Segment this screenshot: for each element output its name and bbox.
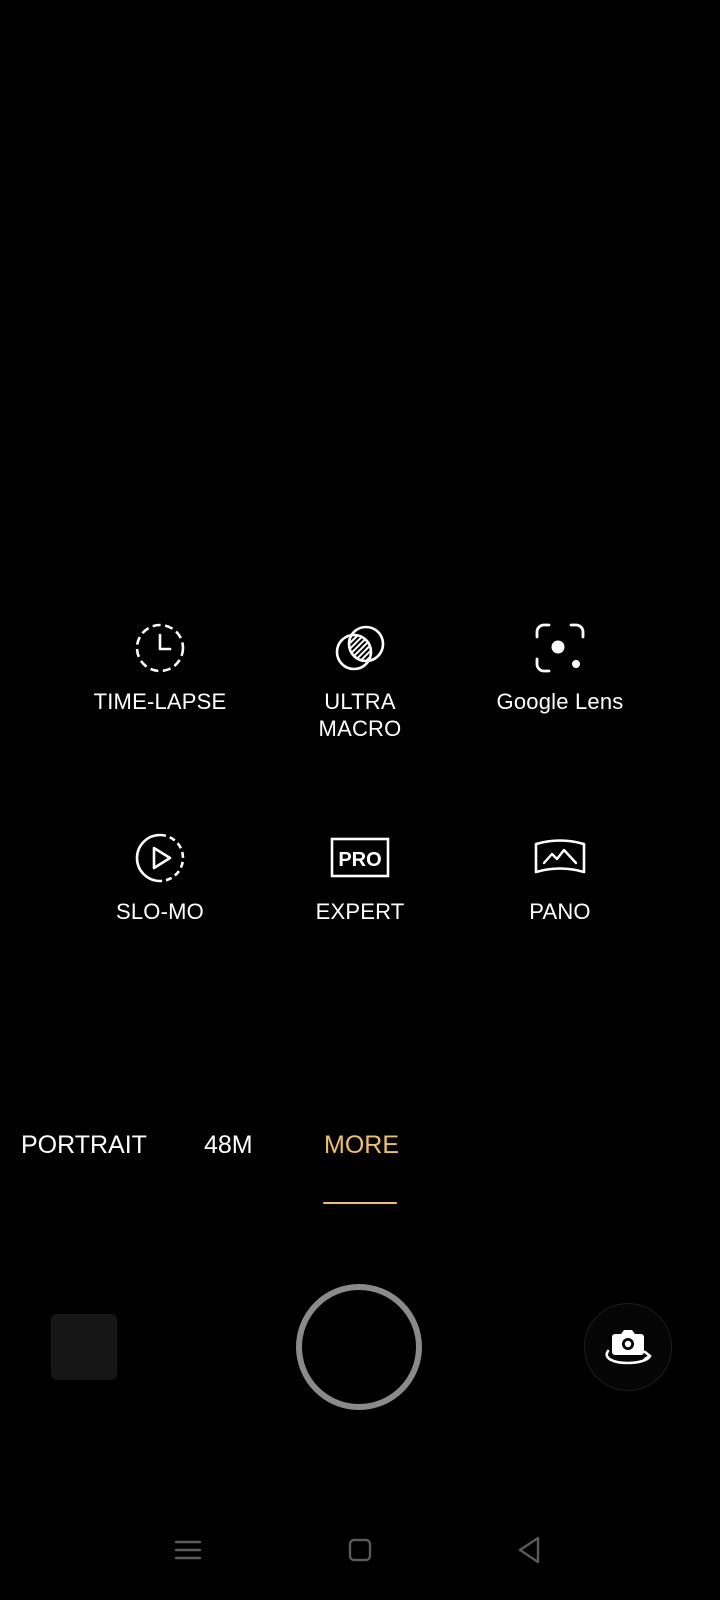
mode-time-lapse[interactable]: TIME-LAPSE xyxy=(60,620,260,830)
mode-grid: TIME-LAPSE ULTRA MACRO Google Lens SLO-M… xyxy=(60,620,660,960)
mode-label: ULTRA MACRO xyxy=(318,689,402,741)
pro-icon: PRO xyxy=(330,830,390,886)
mode-google-lens[interactable]: Google Lens xyxy=(460,620,660,830)
google-lens-icon xyxy=(532,620,588,676)
camera-screen: TIME-LAPSE ULTRA MACRO Google Lens SLO-M… xyxy=(0,0,720,1600)
mode-ultra-macro[interactable]: ULTRA MACRO xyxy=(260,620,460,830)
tab-48m[interactable]: 48M xyxy=(204,1128,253,1162)
flip-camera-icon xyxy=(605,1330,652,1365)
mode-label: SLO-MO xyxy=(116,899,204,924)
recents-button[interactable] xyxy=(158,1520,218,1580)
home-icon xyxy=(348,1538,372,1562)
mode-label: EXPERT xyxy=(315,899,405,924)
back-button[interactable] xyxy=(500,1520,560,1580)
mode-slo-mo[interactable]: SLO-MO xyxy=(60,830,260,960)
menu-icon xyxy=(174,1540,202,1560)
gallery-thumbnail[interactable] xyxy=(51,1314,117,1380)
mode-tabs: PORTRAIT 48M MORE xyxy=(0,1128,720,1208)
mode-label: TIME-LAPSE xyxy=(93,689,227,714)
svg-text:PRO: PRO xyxy=(338,849,381,871)
slo-mo-icon xyxy=(132,830,188,886)
panorama-icon xyxy=(532,830,588,886)
mode-label: PANO xyxy=(529,899,591,924)
back-icon xyxy=(518,1536,540,1564)
timelapse-icon xyxy=(132,620,188,676)
flip-camera-button[interactable] xyxy=(584,1303,672,1391)
navigation-bar xyxy=(0,1520,720,1600)
tab-more[interactable]: MORE xyxy=(324,1128,399,1162)
home-button[interactable] xyxy=(330,1520,390,1580)
active-tab-indicator xyxy=(323,1202,397,1204)
ultra-macro-icon xyxy=(332,620,388,676)
tab-portrait[interactable]: PORTRAIT xyxy=(21,1128,147,1162)
mode-expert[interactable]: PRO EXPERT xyxy=(260,830,460,960)
mode-label: Google Lens xyxy=(496,689,624,714)
shutter-button[interactable] xyxy=(296,1284,422,1410)
mode-pano[interactable]: PANO xyxy=(460,830,660,960)
